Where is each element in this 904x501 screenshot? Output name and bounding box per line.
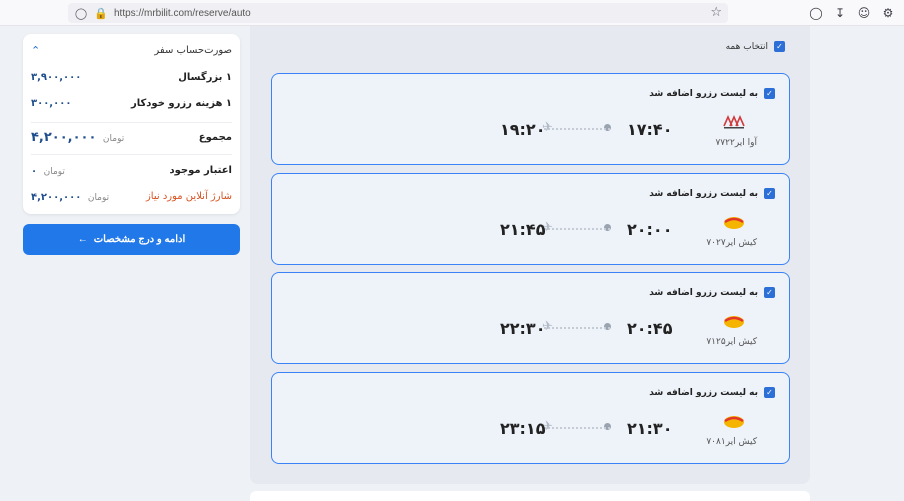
extensions-icon[interactable]: ⚙ bbox=[880, 5, 896, 21]
arrow-left-icon: ← bbox=[77, 234, 88, 245]
account-icon[interactable]: ☺ bbox=[856, 5, 872, 21]
kish-logo-icon bbox=[724, 316, 744, 328]
flight-card[interactable]: ✓ به لیست رزرو اضافه شد ۲۰:۴۵ ✈ ۲۲:۳۰ کی… bbox=[271, 272, 790, 364]
online-charge-label: شارژ آنلاین مورد نیاز bbox=[145, 191, 232, 202]
credit-label: اعتبار موجود bbox=[169, 165, 233, 176]
flights-panel: ✓ انتخاب همه ✓ به لیست رزرو اضافه شد ۱۷:… bbox=[250, 26, 810, 484]
chevron-up-icon[interactable]: ⌃ bbox=[31, 44, 40, 57]
added-checkbox[interactable]: ✓ به لیست رزرو اضافه شد bbox=[649, 287, 775, 298]
continue-button[interactable]: ادامه و درج مشخصات ← bbox=[23, 224, 240, 255]
divider bbox=[31, 154, 232, 155]
departure-time: ۲۰:۰۰ bbox=[627, 220, 673, 239]
browser-toolbar: ◯ 🔒 https://mrbilit.com/reserve/auto ☆ ◯… bbox=[0, 0, 904, 26]
pocket-icon[interactable]: ◯ bbox=[808, 5, 824, 21]
added-checkbox[interactable]: ✓ به لیست رزرو اضافه شد bbox=[649, 188, 775, 199]
continue-button-label: ادامه و درج مشخصات bbox=[93, 234, 186, 245]
kish-logo-icon bbox=[724, 416, 744, 428]
divider bbox=[31, 122, 232, 123]
select-all-label: انتخاب همه bbox=[725, 41, 768, 52]
kish-logo-icon bbox=[724, 217, 744, 229]
added-checkbox[interactable]: ✓ به لیست رزرو اضافه شد bbox=[649, 387, 775, 398]
added-label: به لیست رزرو اضافه شد bbox=[649, 188, 758, 199]
download-icon[interactable]: ↧ bbox=[832, 5, 848, 21]
total-label: مجموع bbox=[198, 132, 232, 143]
arrival-time: ۱۹:۲۰ bbox=[500, 120, 546, 139]
arrival-time: ۲۲:۳۰ bbox=[500, 319, 546, 338]
added-checkbox[interactable]: ✓ به لیست رزرو اضافه شد bbox=[649, 88, 775, 99]
select-all-checkbox[interactable]: ✓ انتخاب همه bbox=[726, 41, 785, 52]
arrival-time: ۲۱:۴۵ bbox=[500, 220, 546, 239]
route-line bbox=[544, 228, 610, 230]
route-line bbox=[544, 327, 610, 329]
shield-icon[interactable]: ◯ bbox=[74, 6, 88, 20]
lock-icon[interactable]: 🔒 bbox=[94, 6, 108, 20]
bookmark-star-icon[interactable]: ☆ bbox=[710, 5, 722, 20]
url-text[interactable]: https://mrbilit.com/reserve/auto bbox=[114, 8, 251, 19]
checkbox-checked-icon[interactable]: ✓ bbox=[764, 188, 775, 199]
credit-unit: تومان bbox=[43, 167, 65, 177]
checkbox-checked-icon[interactable]: ✓ bbox=[764, 387, 775, 398]
added-label: به لیست رزرو اضافه شد bbox=[649, 287, 758, 298]
flight-card[interactable]: ✓ به لیست رزرو اضافه شد ۲۱:۳۰ ✈ ۲۳:۱۵ کی… bbox=[271, 372, 790, 464]
checkbox-checked-icon[interactable]: ✓ bbox=[764, 287, 775, 298]
flight-card[interactable]: ✓ به لیست رزرو اضافه شد ۲۰:۰۰ ✈ ۲۱:۴۵ کی… bbox=[271, 173, 790, 265]
departure-time: ۱۷:۴۰ bbox=[627, 120, 673, 139]
airline-name: کیش ایر۷۰۲۷ bbox=[706, 238, 757, 248]
invoice-title: صورت‌حساب سفر bbox=[154, 45, 232, 56]
added-label: به لیست رزرو اضافه شد bbox=[649, 88, 758, 99]
airline-name: کیش ایر۷۰۸۱ bbox=[706, 437, 757, 447]
route-line bbox=[544, 128, 610, 130]
reserve-fee-label: ۱ هزینه رزرو خودکار bbox=[130, 98, 232, 109]
total-amount: تومان ۴,۲۰۰,۰۰۰ bbox=[31, 130, 124, 145]
airline-name: آوا ایر۷۷۲۲ bbox=[715, 138, 757, 148]
charge-value: ۴,۲۰۰,۰۰۰ bbox=[31, 192, 82, 203]
adult-count-label: ۱ بزرگسال bbox=[178, 72, 232, 83]
flight-card[interactable]: ✓ به لیست رزرو اضافه شد ۱۷:۴۰ ✈ ۱۹:۲۰ آو… bbox=[271, 73, 790, 165]
charge-amount: تومان ۴,۲۰۰,۰۰۰ bbox=[31, 190, 109, 203]
added-label: به لیست رزرو اضافه شد bbox=[649, 387, 758, 398]
invoice-summary-card: صورت‌حساب سفر ⌃ ۱ بزرگسال ۳,۹۰۰,۰۰۰ ۱ هز… bbox=[23, 34, 240, 214]
departure-time: ۲۱:۳۰ bbox=[627, 419, 673, 438]
departure-time: ۲۰:۴۵ bbox=[627, 319, 673, 338]
address-bar[interactable]: ◯ 🔒 https://mrbilit.com/reserve/auto ☆ bbox=[68, 3, 728, 23]
total-unit: تومان bbox=[102, 134, 125, 144]
total-value: ۴,۲۰۰,۰۰۰ bbox=[31, 130, 97, 145]
reserve-fee-value: ۳۰۰,۰۰۰ bbox=[31, 98, 72, 109]
checkbox-checked-icon[interactable]: ✓ bbox=[764, 88, 775, 99]
credit-value: ۰ bbox=[31, 166, 38, 177]
adult-price-value: ۳,۹۰۰,۰۰۰ bbox=[31, 72, 82, 83]
credit-amount: تومان ۰ bbox=[31, 164, 65, 177]
checkbox-checked-icon[interactable]: ✓ bbox=[774, 41, 785, 52]
bottom-panel bbox=[250, 491, 810, 501]
ava-logo-icon bbox=[723, 115, 745, 129]
charge-unit: تومان bbox=[87, 193, 110, 203]
route-line bbox=[544, 427, 610, 429]
airline-name: کیش ایر۷۱۲۵ bbox=[706, 337, 757, 347]
arrival-time: ۲۳:۱۵ bbox=[500, 419, 546, 438]
